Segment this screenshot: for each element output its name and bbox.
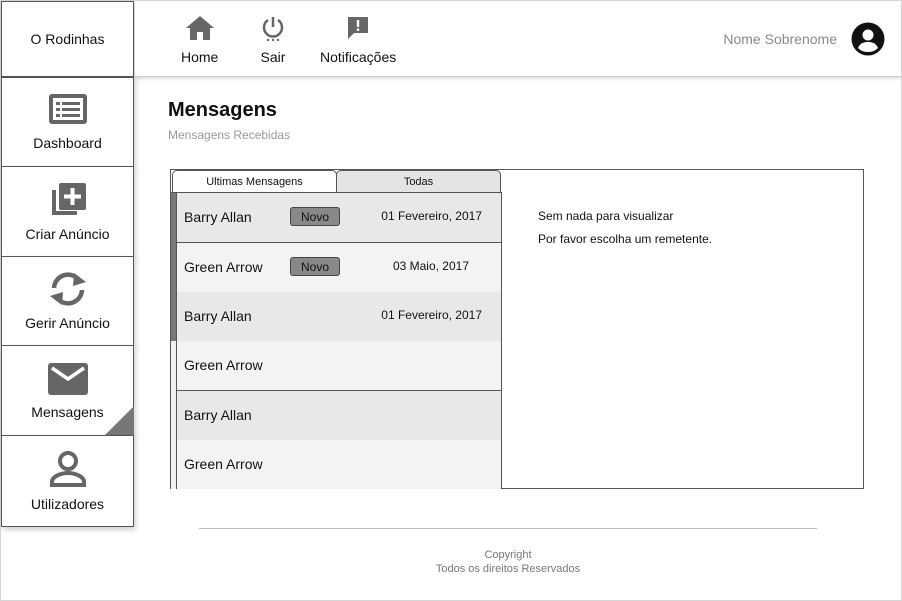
new-badge: Novo — [290, 207, 340, 226]
sidebar-item-mensagens[interactable]: Mensagens — [1, 345, 134, 436]
tab-ultimas-mensagens[interactable]: Ultimas Mensagens — [172, 170, 337, 193]
footer-divider — [199, 528, 817, 529]
sidebar-item-label: Criar Anúncio — [25, 225, 110, 242]
list-item[interactable]: Barry Allan Novo 01 Fevereiro, 2017 — [177, 193, 501, 243]
message-date: 03 Maio, 2017 — [392, 259, 469, 273]
messages-panel: Todas Ultimas Mensagens Barry Allan Novo… — [170, 169, 864, 489]
app-window: O Rodinhas Dashboard Criar Anúncio Gerir… — [0, 0, 902, 601]
messages-tabs: Todas Ultimas Mensagens — [171, 170, 502, 193]
nav-sair[interactable]: Sair — [260, 15, 286, 65]
user-name[interactable]: Nome Sobrenome — [723, 31, 837, 47]
sidebar-item-criar-anuncio[interactable]: Criar Anúncio — [1, 166, 134, 257]
brand-name: O Rodinhas — [30, 31, 105, 47]
sidebar-item-label: Utilizadores — [30, 496, 105, 512]
nav-label: Notificações — [320, 49, 397, 65]
footer-rights: Todos os direitos Reservados — [435, 563, 581, 575]
sender-name: Barry Allan — [184, 209, 252, 225]
notification-icon — [348, 17, 369, 39]
page-title: Mensagens — [168, 99, 277, 121]
add-ad-icon — [51, 182, 86, 215]
footer-copyright: Copyright — [484, 549, 532, 561]
tab-todas[interactable]: Todas — [336, 170, 501, 193]
new-badge: Novo — [290, 257, 340, 276]
sender-name: Green Arrow — [184, 357, 263, 373]
nav-label: Home — [181, 49, 219, 65]
sender-name: Barry Allan — [184, 308, 252, 324]
sidebar-item-gerir-anuncio[interactable]: Gerir Anúncio — [1, 256, 134, 346]
list-item[interactable]: Barry Allan 01 Fevereiro, 2017 — [177, 292, 501, 342]
user-icon — [49, 451, 86, 487]
list-item[interactable]: Green Arrow — [177, 440, 501, 489]
active-indicator — [104, 406, 134, 436]
dashboard-icon — [48, 94, 87, 124]
list-item[interactable]: Barry Allan — [177, 391, 501, 441]
home-icon — [185, 16, 214, 40]
message-list: Barry Allan Novo 01 Fevereiro, 2017 Gree… — [171, 192, 502, 489]
scrollbar-thumb[interactable] — [171, 193, 176, 341]
top-navbar: Home Sair Notificações Nome Sobrenome — [135, 1, 901, 77]
nav-notificacoes[interactable]: Notificações — [320, 15, 396, 65]
nav-label: Sair — [260, 49, 286, 65]
nav-home[interactable]: Home — [181, 15, 218, 65]
account-circle-icon[interactable] — [851, 22, 885, 56]
mail-icon — [47, 362, 88, 395]
sidebar-item-label: Dashboard — [33, 135, 102, 151]
page-subtitle: Mensagens Recebidas — [168, 128, 291, 142]
sidebar: O Rodinhas Dashboard Criar Anúncio Gerir… — [1, 1, 135, 528]
list-item[interactable]: Green Arrow — [177, 341, 501, 391]
sidebar-item-utilizadores[interactable]: Utilizadores — [1, 435, 134, 527]
sync-icon — [49, 272, 86, 306]
sidebar-item-label: Gerir Anúncio — [25, 315, 110, 331]
brand-tile[interactable]: O Rodinhas — [1, 1, 134, 77]
sender-name: Green Arrow — [184, 456, 263, 472]
sender-name: Green Arrow — [184, 259, 263, 275]
empty-state-hint: Por favor escolha um remetente. — [538, 232, 713, 246]
empty-state-title: Sem nada para visualizar — [538, 209, 674, 223]
sidebar-item-label: Mensagens — [31, 403, 104, 420]
message-date: 01 Fevereiro, 2017 — [381, 209, 482, 223]
sidebar-item-dashboard[interactable]: Dashboard — [1, 77, 134, 167]
message-date: 01 Fevereiro, 2017 — [381, 308, 482, 322]
list-item[interactable]: Green Arrow Novo 03 Maio, 2017 — [177, 243, 501, 293]
sender-name: Barry Allan — [184, 407, 252, 423]
power-icon — [262, 17, 284, 41]
